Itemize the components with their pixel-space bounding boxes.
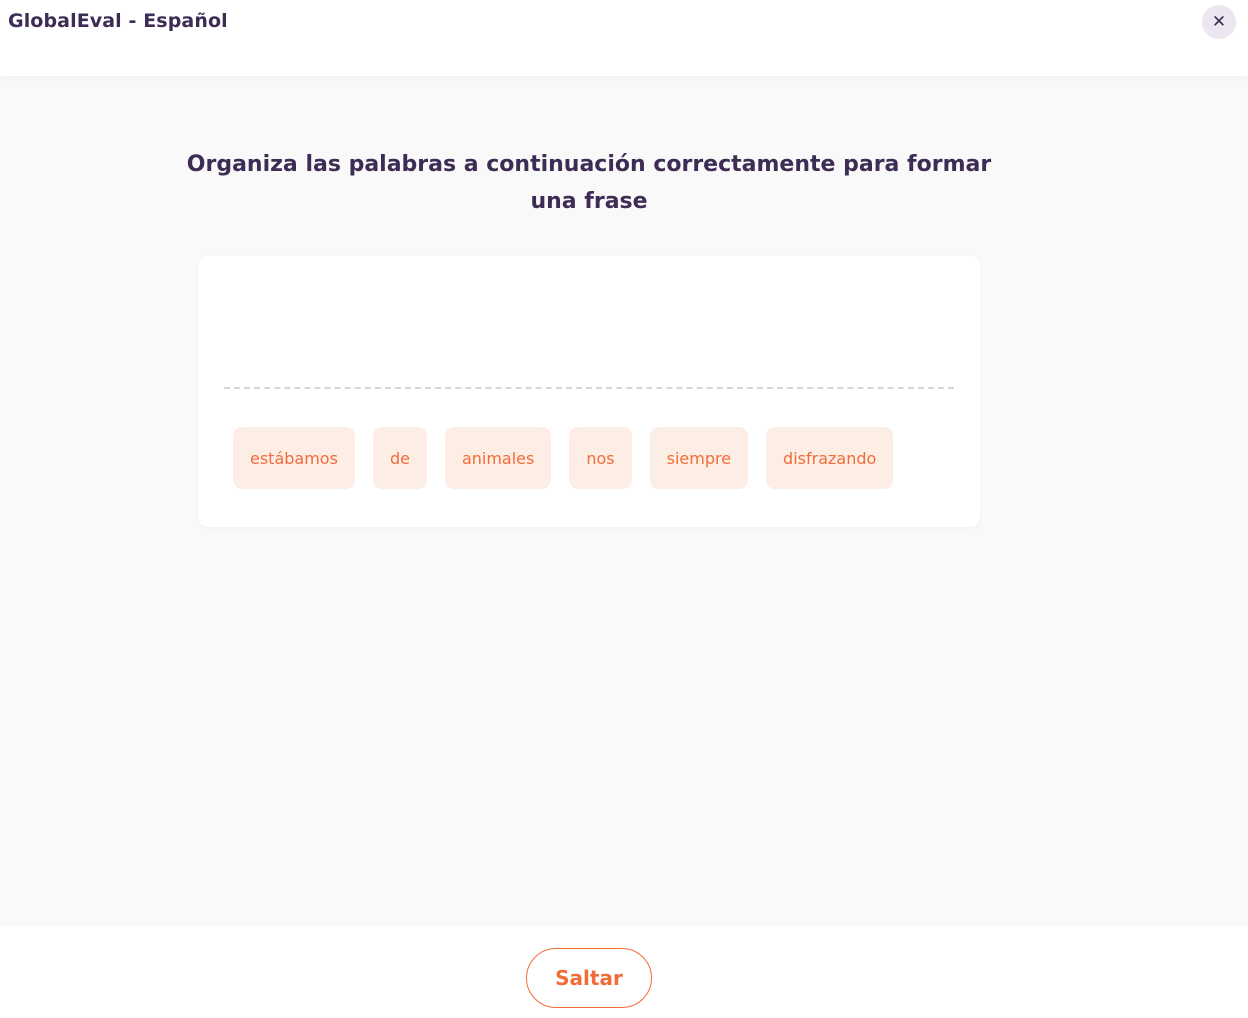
instruction-text: Organiza las palabras a continuación cor… xyxy=(186,152,992,214)
close-icon: ✕ xyxy=(1211,11,1227,32)
word-bank: estábamos de animales nos siempre disfra… xyxy=(233,427,894,489)
word-chip[interactable]: disfrazando xyxy=(766,427,894,489)
answer-drop-zone[interactable] xyxy=(224,276,954,389)
sentence-card: estábamos de animales nos siempre disfra… xyxy=(198,256,980,527)
exercise-area: Organiza las palabras a continuación cor… xyxy=(0,76,1248,926)
skip-button[interactable]: Saltar xyxy=(526,948,652,1008)
app-title: GlobalEval - Español xyxy=(8,10,228,32)
word-chip[interactable]: animales xyxy=(444,427,552,489)
word-chip[interactable]: nos xyxy=(569,427,632,489)
word-chip[interactable]: siempre xyxy=(649,427,749,489)
close-button[interactable]: ✕ xyxy=(1202,5,1236,39)
header-bar: GlobalEval - Español ✕ xyxy=(0,0,1248,76)
word-chip[interactable]: de xyxy=(372,427,427,489)
footer-bar: Saltar xyxy=(0,926,1248,1018)
word-chip[interactable]: estábamos xyxy=(233,427,355,489)
